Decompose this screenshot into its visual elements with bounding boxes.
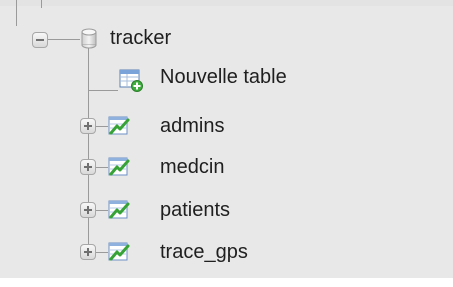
table-name[interactable]: trace_gps xyxy=(160,240,248,264)
table-name[interactable]: medcin xyxy=(160,155,224,179)
tree-row-new-table[interactable]: Nouvelle table xyxy=(0,63,453,93)
tree-row-table[interactable]: trace_gps xyxy=(0,238,453,268)
navigation-panel: tracker Nouvelle table admins medcin pat… xyxy=(0,0,453,287)
database-name[interactable]: tracker xyxy=(110,26,171,50)
tree-row-table[interactable]: medcin xyxy=(0,153,453,183)
table-icon xyxy=(108,200,130,219)
tree-row-table[interactable]: patients xyxy=(0,196,453,226)
database-icon xyxy=(81,28,97,49)
tree-row-database[interactable]: tracker xyxy=(0,24,453,54)
tree-connector xyxy=(88,90,118,91)
tree-connector xyxy=(41,0,42,8)
table-icon xyxy=(108,157,130,176)
tree-connector xyxy=(48,39,80,40)
table-name[interactable]: admins xyxy=(160,114,224,138)
collapse-icon[interactable] xyxy=(32,32,48,48)
expand-icon[interactable] xyxy=(80,244,96,260)
tree-connector xyxy=(16,0,17,26)
table-name[interactable]: patients xyxy=(160,198,230,222)
expand-icon[interactable] xyxy=(80,159,96,175)
expand-icon[interactable] xyxy=(80,118,96,134)
panel-bottom-edge xyxy=(0,278,453,287)
new-table-icon xyxy=(119,69,143,92)
tree-row-table[interactable]: admins xyxy=(0,112,453,142)
table-icon xyxy=(108,116,130,135)
table-icon xyxy=(108,242,130,261)
new-table-link[interactable]: Nouvelle table xyxy=(160,65,287,89)
database-tree: tracker Nouvelle table admins medcin pat… xyxy=(0,0,453,287)
expand-icon[interactable] xyxy=(80,202,96,218)
